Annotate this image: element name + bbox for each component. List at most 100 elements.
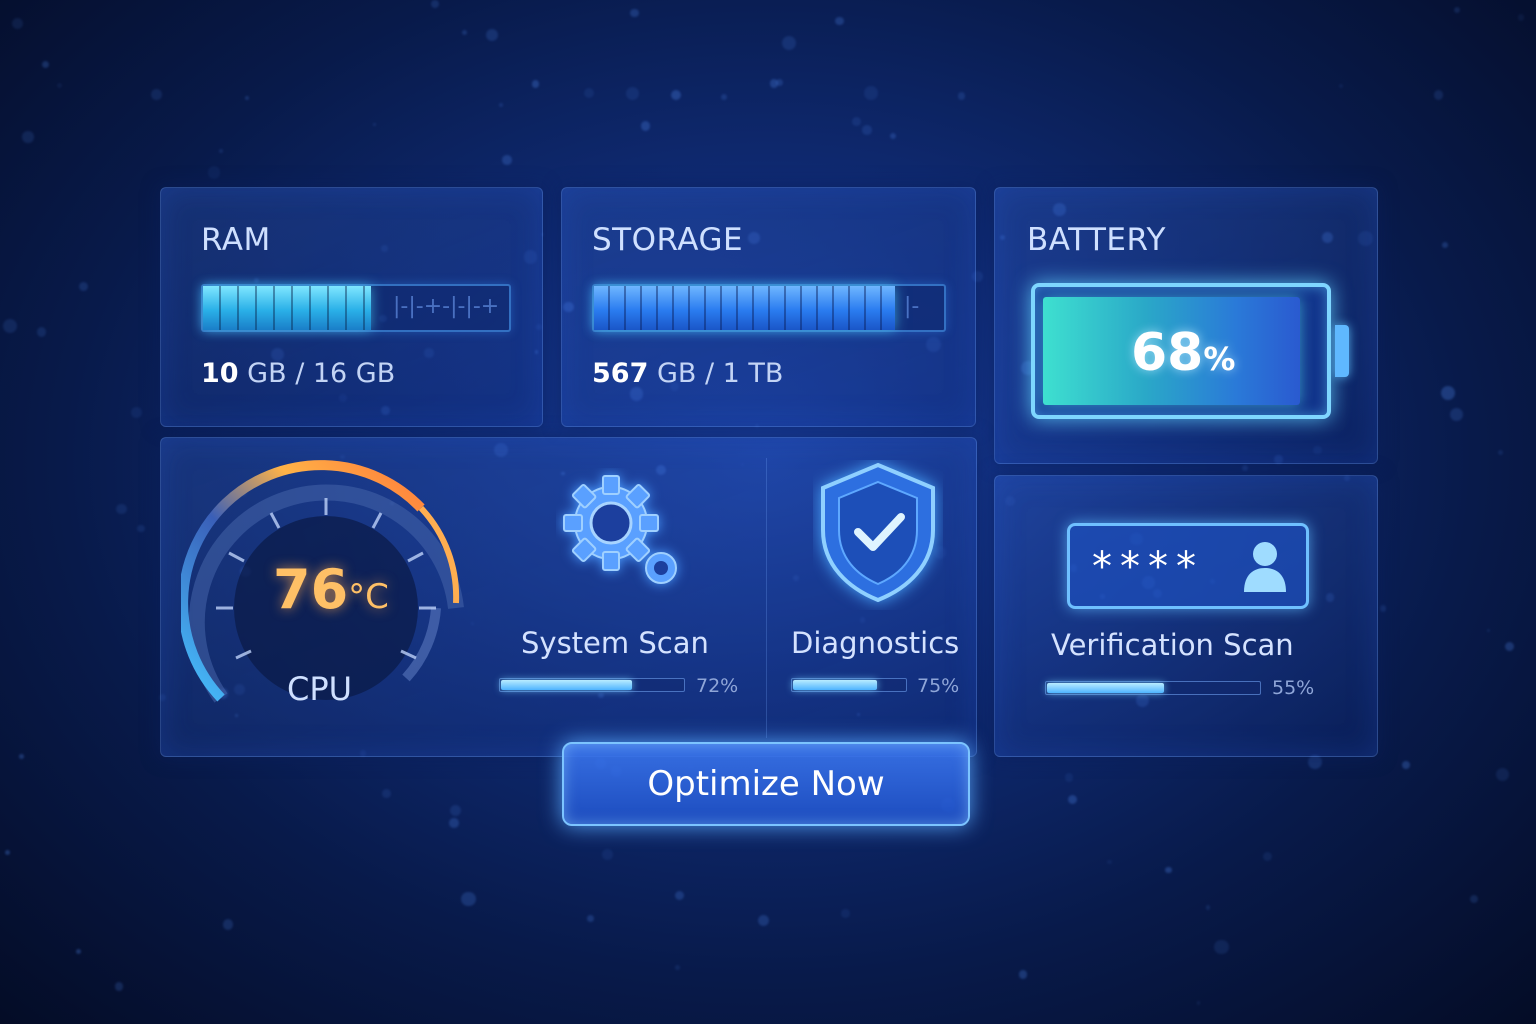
bokeh-dot — [372, 123, 377, 127]
gear-icon — [563, 475, 677, 584]
bokeh-dot — [462, 29, 468, 36]
verification-percent: 55% — [1272, 677, 1315, 699]
storage-usage-text: 567 GB / 1 TB — [592, 358, 784, 389]
ram-usage-bar: |-|-+-|-|-+ — [201, 284, 511, 332]
system-scan-progress — [499, 678, 685, 692]
cpu-temperature: 76°C — [273, 558, 389, 621]
bokeh-dot — [1165, 866, 1172, 874]
bokeh-dot — [532, 80, 540, 88]
ram-usage-text: 10 GB / 16 GB — [201, 358, 396, 389]
bokeh-dot — [1442, 242, 1448, 249]
bokeh-dot — [1517, 14, 1525, 21]
battery-percentage: 68% — [1131, 323, 1236, 383]
bokeh-dot — [1107, 859, 1112, 865]
bokeh-dot — [461, 891, 476, 907]
bokeh-dot — [4, 850, 10, 856]
bokeh-dot — [449, 818, 459, 828]
diagnostics-percent: 75% — [917, 675, 960, 697]
ram-usage-fill — [203, 286, 371, 330]
bokeh-dot — [775, 79, 783, 87]
bokeh-dot — [674, 891, 684, 901]
bokeh-dot — [56, 82, 62, 88]
bokeh-dot — [640, 121, 651, 131]
monitor-panel: 76°C CPU System Scan 72% Diagnostics 75% — [160, 437, 977, 757]
bokeh-dot — [630, 8, 640, 18]
bokeh-dot — [1496, 767, 1510, 781]
bokeh-dot — [1068, 795, 1078, 805]
bokeh-dot — [1241, 464, 1249, 472]
diagnostics-progress-fill — [793, 680, 877, 690]
bokeh-dot — [449, 804, 461, 817]
bokeh-dot — [22, 131, 34, 143]
bokeh-dot — [1487, 628, 1491, 632]
bokeh-dot — [502, 155, 512, 165]
cpu-label: CPU — [287, 670, 353, 708]
storage-usage-bar: |- — [592, 284, 946, 332]
ram-title: RAM — [201, 222, 271, 258]
bokeh-dot — [245, 95, 250, 100]
bokeh-dot — [1379, 605, 1387, 612]
bokeh-dot — [602, 849, 614, 860]
verification-scan-label: Verification Scan — [1051, 628, 1294, 662]
bokeh-dot — [675, 965, 680, 970]
system-scan-progress-fill — [501, 680, 632, 690]
diagnostics-progress — [791, 678, 907, 692]
bokeh-dot — [1449, 407, 1463, 421]
bokeh-dot — [1205, 905, 1211, 910]
bokeh-dot — [852, 116, 862, 126]
bokeh-dot — [1339, 83, 1344, 88]
bokeh-dot — [222, 919, 234, 930]
system-scan-percent: 72% — [696, 675, 739, 697]
bokeh-dot — [1469, 894, 1479, 904]
battery-icon: 68% — [1031, 283, 1349, 419]
bokeh-dot — [79, 282, 89, 292]
bokeh-dot — [382, 789, 391, 798]
battery-panel: BATTERY 68% — [994, 187, 1378, 464]
verification-progress — [1045, 681, 1261, 695]
bokeh-dot — [76, 948, 82, 954]
bokeh-dot — [131, 407, 142, 418]
bokeh-dot — [670, 90, 681, 101]
bokeh-dot — [1402, 761, 1410, 769]
bokeh-dot — [862, 125, 872, 135]
bokeh-dot — [498, 102, 504, 108]
diagnostics-label: Diagnostics — [791, 626, 960, 660]
bokeh-dot — [1498, 450, 1504, 456]
bokeh-dot — [835, 16, 844, 26]
verification-panel: **** Verification Scan 55% — [994, 475, 1378, 757]
bokeh-dot — [1196, 1001, 1201, 1005]
bokeh-dot — [1504, 641, 1515, 652]
bokeh-dot — [720, 93, 727, 100]
bokeh-dot — [1433, 90, 1443, 100]
bokeh-dot — [889, 133, 897, 140]
bokeh-dot — [218, 148, 223, 153]
password-mask: **** — [1092, 544, 1204, 590]
bokeh-dot — [781, 35, 797, 51]
bokeh-dot — [116, 503, 128, 515]
bokeh-dot — [19, 753, 24, 759]
bokeh-dot — [1262, 851, 1273, 862]
bokeh-dot — [11, 18, 23, 30]
bokeh-dot — [207, 166, 221, 179]
storage-panel: STORAGE |- 567 GB / 1 TB — [561, 187, 976, 427]
bokeh-dot — [584, 87, 595, 99]
ram-panel: RAM |-|-+-|-|-+ 10 GB / 16 GB — [160, 187, 543, 427]
bokeh-dot — [36, 326, 47, 337]
user-icon — [1244, 542, 1286, 592]
panel-divider — [766, 458, 767, 738]
battery-title: BATTERY — [1027, 222, 1166, 258]
storage-usage-fill — [594, 286, 895, 330]
bokeh-dot — [841, 909, 850, 918]
bokeh-dot — [41, 61, 49, 69]
bokeh-dot — [1453, 7, 1460, 14]
bokeh-dot — [1440, 386, 1455, 400]
bokeh-dot — [1065, 773, 1074, 782]
bokeh-dot — [758, 915, 770, 927]
bokeh-dot — [431, 0, 440, 8]
bokeh-dot — [114, 982, 123, 991]
bokeh-dot — [958, 92, 966, 100]
password-field[interactable]: **** — [1067, 523, 1309, 609]
bokeh-dot — [2, 318, 18, 334]
bokeh-dot — [151, 89, 162, 100]
optimize-now-button[interactable]: Optimize Now — [562, 742, 970, 826]
